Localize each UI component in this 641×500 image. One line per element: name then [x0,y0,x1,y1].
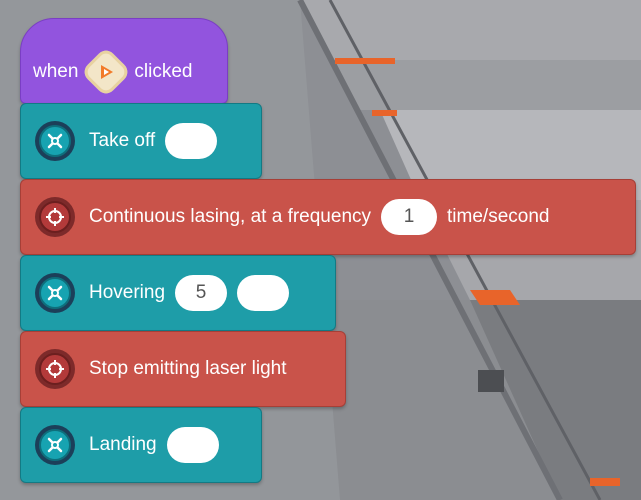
frequency-input[interactable]: 1 [381,199,438,235]
stop-laser-label: Stop emitting laser light [89,358,287,379]
stop-laser-block[interactable]: Stop emitting laser light [20,331,346,407]
drone-icon [35,425,75,465]
continuous-lasing-block[interactable]: Continuous lasing, at a frequency 1 time… [20,179,636,255]
hat-when-label: when [33,61,79,82]
when-flag-clicked-block[interactable]: when clicked [20,18,228,104]
drone-icon [35,121,75,161]
hovering-label: Hovering [89,282,166,303]
hovering-block[interactable]: Hovering 5 [20,255,336,331]
hover-duration-input[interactable]: 5 [175,275,228,311]
frequency-unit-label: time/second [447,206,550,227]
green-flag-play-icon [80,46,132,98]
take-off-label: Take off [89,130,156,151]
take-off-input[interactable] [165,123,218,159]
hat-clicked-label: clicked [134,61,193,82]
landing-block[interactable]: Landing [20,407,262,483]
landing-input[interactable] [166,427,219,463]
laser-target-icon [35,349,75,389]
take-off-block[interactable]: Take off [20,103,262,179]
continuous-lasing-label: Continuous lasing, at a frequency [89,206,372,227]
drone-icon [35,273,75,313]
hover-second-input[interactable] [237,275,290,311]
landing-label: Landing [89,434,157,455]
laser-target-icon [35,197,75,237]
